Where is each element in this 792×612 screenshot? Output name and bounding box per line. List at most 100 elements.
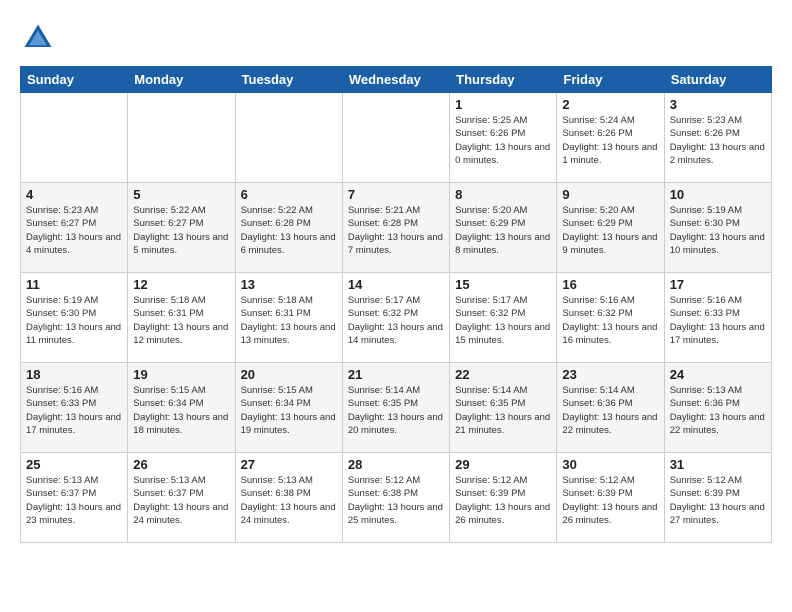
day-info: Sunrise: 5:19 AM Sunset: 6:30 PM Dayligh… (670, 204, 766, 257)
page-header (20, 20, 772, 56)
calendar-cell: 27 Sunrise: 5:13 AM Sunset: 6:38 PM Dayli… (235, 453, 342, 543)
calendar-cell: 29 Sunrise: 5:12 AM Sunset: 6:39 PM Dayli… (450, 453, 557, 543)
day-info: Sunrise: 5:20 AM Sunset: 6:29 PM Dayligh… (562, 204, 658, 257)
day-number: 26 (133, 457, 229, 472)
calendar-row-3: 11 Sunrise: 5:19 AM Sunset: 6:30 PM Dayli… (21, 273, 772, 363)
calendar-cell: 9 Sunrise: 5:20 AM Sunset: 6:29 PM Daylig… (557, 183, 664, 273)
day-info: Sunrise: 5:15 AM Sunset: 6:34 PM Dayligh… (133, 384, 229, 437)
weekday-header-thursday: Thursday (450, 67, 557, 93)
day-number: 11 (26, 277, 122, 292)
day-info: Sunrise: 5:13 AM Sunset: 6:36 PM Dayligh… (670, 384, 766, 437)
calendar-cell: 17 Sunrise: 5:16 AM Sunset: 6:33 PM Dayli… (664, 273, 771, 363)
day-info: Sunrise: 5:23 AM Sunset: 6:26 PM Dayligh… (670, 114, 766, 167)
calendar-cell: 25 Sunrise: 5:13 AM Sunset: 6:37 PM Dayli… (21, 453, 128, 543)
day-info: Sunrise: 5:13 AM Sunset: 6:38 PM Dayligh… (241, 474, 337, 527)
calendar-cell: 31Sunrise: 5:12 AM Sunset: 6:39 PM Dayli… (664, 453, 771, 543)
day-number: 24 (670, 367, 766, 382)
calendar-cell: 24 Sunrise: 5:13 AM Sunset: 6:36 PM Dayli… (664, 363, 771, 453)
day-info: Sunrise: 5:19 AM Sunset: 6:30 PM Dayligh… (26, 294, 122, 347)
calendar-cell: 28Sunrise: 5:12 AM Sunset: 6:38 PM Dayli… (342, 453, 449, 543)
calendar-cell: 10 Sunrise: 5:19 AM Sunset: 6:30 PM Dayli… (664, 183, 771, 273)
calendar-cell: 22Sunrise: 5:14 AM Sunset: 6:35 PM Dayli… (450, 363, 557, 453)
day-number: 22 (455, 367, 551, 382)
day-number: 12 (133, 277, 229, 292)
calendar-cell: 19 Sunrise: 5:15 AM Sunset: 6:34 PM Dayli… (128, 363, 235, 453)
calendar-cell: 15 Sunrise: 5:17 AM Sunset: 6:32 PM Dayli… (450, 273, 557, 363)
day-info: Sunrise: 5:17 AM Sunset: 6:32 PM Dayligh… (455, 294, 551, 347)
day-number: 13 (241, 277, 337, 292)
day-info: Sunrise: 5:12 AM Sunset: 6:39 PM Dayligh… (455, 474, 551, 527)
day-number: 7 (348, 187, 444, 202)
calendar-cell: 30 Sunrise: 5:12 AM Sunset: 6:39 PM Dayli… (557, 453, 664, 543)
day-number: 21 (348, 367, 444, 382)
calendar-cell: 21Sunrise: 5:14 AM Sunset: 6:35 PM Dayli… (342, 363, 449, 453)
calendar-cell: 1Sunrise: 5:25 AM Sunset: 6:26 PM Daylig… (450, 93, 557, 183)
day-number: 17 (670, 277, 766, 292)
calendar-cell: 20Sunrise: 5:15 AM Sunset: 6:34 PM Dayli… (235, 363, 342, 453)
day-info: Sunrise: 5:18 AM Sunset: 6:31 PM Dayligh… (133, 294, 229, 347)
day-info: Sunrise: 5:13 AM Sunset: 6:37 PM Dayligh… (133, 474, 229, 527)
weekday-header-row: SundayMondayTuesdayWednesdayThursdayFrid… (21, 67, 772, 93)
calendar-cell: 13 Sunrise: 5:18 AM Sunset: 6:31 PM Dayli… (235, 273, 342, 363)
calendar-cell: 23Sunrise: 5:14 AM Sunset: 6:36 PM Dayli… (557, 363, 664, 453)
day-number: 3 (670, 97, 766, 112)
calendar-cell: 5 Sunrise: 5:22 AM Sunset: 6:27 PM Daylig… (128, 183, 235, 273)
day-number: 30 (562, 457, 658, 472)
weekday-header-sunday: Sunday (21, 67, 128, 93)
day-number: 25 (26, 457, 122, 472)
weekday-header-tuesday: Tuesday (235, 67, 342, 93)
day-info: Sunrise: 5:16 AM Sunset: 6:32 PM Dayligh… (562, 294, 658, 347)
calendar-cell: 6 Sunrise: 5:22 AM Sunset: 6:28 PM Daylig… (235, 183, 342, 273)
calendar-row-4: 18 Sunrise: 5:16 AM Sunset: 6:33 PM Dayli… (21, 363, 772, 453)
day-number: 5 (133, 187, 229, 202)
calendar-cell: 26 Sunrise: 5:13 AM Sunset: 6:37 PM Dayli… (128, 453, 235, 543)
calendar-cell: 2 Sunrise: 5:24 AM Sunset: 6:26 PM Daylig… (557, 93, 664, 183)
day-number: 29 (455, 457, 551, 472)
day-info: Sunrise: 5:12 AM Sunset: 6:39 PM Dayligh… (670, 474, 766, 527)
day-number: 19 (133, 367, 229, 382)
day-number: 9 (562, 187, 658, 202)
calendar-cell: 11 Sunrise: 5:19 AM Sunset: 6:30 PM Dayli… (21, 273, 128, 363)
calendar-row-1: 1Sunrise: 5:25 AM Sunset: 6:26 PM Daylig… (21, 93, 772, 183)
calendar-cell: 4 Sunrise: 5:23 AM Sunset: 6:27 PM Daylig… (21, 183, 128, 273)
day-info: Sunrise: 5:20 AM Sunset: 6:29 PM Dayligh… (455, 204, 551, 257)
day-info: Sunrise: 5:16 AM Sunset: 6:33 PM Dayligh… (670, 294, 766, 347)
day-info: Sunrise: 5:16 AM Sunset: 6:33 PM Dayligh… (26, 384, 122, 437)
day-number: 15 (455, 277, 551, 292)
day-info: Sunrise: 5:12 AM Sunset: 6:39 PM Dayligh… (562, 474, 658, 527)
day-number: 6 (241, 187, 337, 202)
day-number: 8 (455, 187, 551, 202)
day-number: 18 (26, 367, 122, 382)
day-number: 10 (670, 187, 766, 202)
calendar-cell (128, 93, 235, 183)
calendar-cell: 12 Sunrise: 5:18 AM Sunset: 6:31 PM Dayli… (128, 273, 235, 363)
day-info: Sunrise: 5:22 AM Sunset: 6:28 PM Dayligh… (241, 204, 337, 257)
calendar-cell: 3 Sunrise: 5:23 AM Sunset: 6:26 PM Daylig… (664, 93, 771, 183)
day-number: 2 (562, 97, 658, 112)
day-number: 27 (241, 457, 337, 472)
weekday-header-saturday: Saturday (664, 67, 771, 93)
day-info: Sunrise: 5:17 AM Sunset: 6:32 PM Dayligh… (348, 294, 444, 347)
weekday-header-monday: Monday (128, 67, 235, 93)
calendar-cell (342, 93, 449, 183)
calendar-cell: 7 Sunrise: 5:21 AM Sunset: 6:28 PM Daylig… (342, 183, 449, 273)
calendar-row-2: 4 Sunrise: 5:23 AM Sunset: 6:27 PM Daylig… (21, 183, 772, 273)
day-number: 14 (348, 277, 444, 292)
calendar-cell: 16 Sunrise: 5:16 AM Sunset: 6:32 PM Dayli… (557, 273, 664, 363)
day-number: 23 (562, 367, 658, 382)
day-info: Sunrise: 5:22 AM Sunset: 6:27 PM Dayligh… (133, 204, 229, 257)
day-info: Sunrise: 5:21 AM Sunset: 6:28 PM Dayligh… (348, 204, 444, 257)
calendar-cell (235, 93, 342, 183)
logo (20, 20, 60, 56)
day-info: Sunrise: 5:18 AM Sunset: 6:31 PM Dayligh… (241, 294, 337, 347)
day-number: 4 (26, 187, 122, 202)
weekday-header-wednesday: Wednesday (342, 67, 449, 93)
day-info: Sunrise: 5:13 AM Sunset: 6:37 PM Dayligh… (26, 474, 122, 527)
day-info: Sunrise: 5:24 AM Sunset: 6:26 PM Dayligh… (562, 114, 658, 167)
day-info: Sunrise: 5:15 AM Sunset: 6:34 PM Dayligh… (241, 384, 337, 437)
logo-icon (20, 20, 56, 56)
day-info: Sunrise: 5:23 AM Sunset: 6:27 PM Dayligh… (26, 204, 122, 257)
day-number: 16 (562, 277, 658, 292)
day-number: 28 (348, 457, 444, 472)
weekday-header-friday: Friday (557, 67, 664, 93)
